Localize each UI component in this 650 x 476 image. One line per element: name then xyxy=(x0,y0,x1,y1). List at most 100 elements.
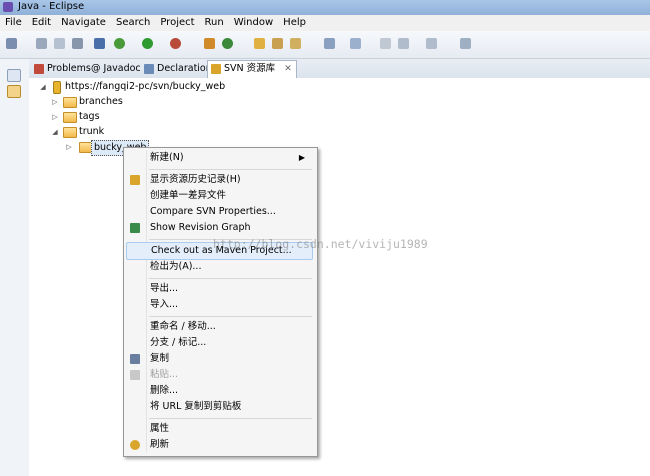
close-icon[interactable]: ✕ xyxy=(284,64,292,74)
perspective-icon[interactable] xyxy=(460,38,471,49)
menu-item-label: 粘贴... xyxy=(150,369,179,380)
menu-item-label: 重命名 / 移动... xyxy=(150,321,216,332)
menu-item-export[interactable]: 导出... xyxy=(126,281,313,297)
tab-declaration-label: Declaration xyxy=(157,63,212,74)
prev-annotation-icon[interactable] xyxy=(350,38,361,49)
view-tab-strip: Problems @ Javadoc Declaration SVN 资源库 ✕ xyxy=(29,59,650,79)
debug-icon[interactable] xyxy=(114,38,125,49)
svn-repository-icon xyxy=(53,81,61,94)
menu-item-copy[interactable]: 复制 xyxy=(126,351,313,367)
menu-item-branch-tag[interactable]: 分支 / 标记... xyxy=(126,335,313,351)
revision-graph-icon xyxy=(130,223,140,233)
package-explorer-icon[interactable] xyxy=(7,85,21,98)
menu-item-label: 导出... xyxy=(150,283,179,294)
menu-separator xyxy=(149,169,312,170)
next-annotation-icon[interactable] xyxy=(324,38,335,49)
collapsed-triangle-icon[interactable]: ▷ xyxy=(51,110,59,124)
last-edit-icon[interactable] xyxy=(380,38,391,49)
tree-label-tags: tags xyxy=(79,111,100,122)
menu-item-checkout-as[interactable]: 检出为(A)... xyxy=(126,259,313,275)
skip-breakpoints-icon[interactable] xyxy=(94,38,105,49)
search-icon[interactable] xyxy=(290,38,301,49)
menu-item-label: 属性 xyxy=(150,423,170,434)
new-class-icon[interactable] xyxy=(222,38,233,49)
tab-javadoc-label: @ Javadoc xyxy=(91,63,141,74)
window-titlebar: Java - Eclipse xyxy=(0,0,650,16)
menu-item-new[interactable]: 新建(N) ▶ xyxy=(126,150,313,166)
history-icon xyxy=(130,175,140,185)
main-toolbar xyxy=(0,31,650,59)
menu-item-paste: 粘贴... xyxy=(126,367,313,383)
menu-item-compare-svn-properties[interactable]: Compare SVN Properties... xyxy=(126,204,313,220)
back-icon[interactable] xyxy=(398,38,409,49)
external-tools-icon[interactable] xyxy=(170,38,181,49)
eclipse-app-icon xyxy=(3,2,13,12)
forward-icon[interactable] xyxy=(426,38,437,49)
open-type-icon[interactable] xyxy=(254,38,265,49)
menu-item-delete[interactable]: 删除... xyxy=(126,383,313,399)
menu-item-refresh[interactable]: 刷新 xyxy=(126,437,313,453)
menu-edit[interactable]: Edit xyxy=(27,15,56,31)
print-icon[interactable] xyxy=(72,38,83,49)
watermark-text: http://blog.csdn.net/viviju1989 xyxy=(213,237,428,251)
declaration-icon xyxy=(144,64,154,74)
menu-file[interactable]: File xyxy=(0,15,27,31)
collapsed-triangle-icon[interactable]: ▷ xyxy=(51,95,59,109)
menu-item-import[interactable]: 导入... xyxy=(126,297,313,313)
menu-separator xyxy=(149,418,312,419)
tab-javadoc[interactable]: @ Javadoc xyxy=(89,61,145,77)
menu-separator xyxy=(149,316,312,317)
tree-label-branches: branches xyxy=(79,96,123,107)
menu-navigate[interactable]: Navigate xyxy=(56,15,111,31)
menu-item-label: 新建(N) xyxy=(150,152,184,163)
collapsed-triangle-icon[interactable]: ▷ xyxy=(65,140,73,154)
menu-item-label: 将 URL 复制到剪贴板 xyxy=(150,401,242,412)
problems-icon xyxy=(34,64,44,74)
menu-search[interactable]: Search xyxy=(111,15,155,31)
restore-icon[interactable] xyxy=(7,69,21,82)
submenu-arrow-icon: ▶ xyxy=(298,153,305,162)
menu-item-label: 复制 xyxy=(150,353,170,364)
expanded-triangle-icon[interactable]: ◢ xyxy=(39,80,47,94)
tab-declaration[interactable]: Declaration xyxy=(141,61,216,77)
menu-item-label: 检出为(A)... xyxy=(150,261,202,272)
menu-item-show-history[interactable]: 显示资源历史记录(H) xyxy=(126,172,313,188)
folder-icon xyxy=(63,127,77,138)
menu-item-label: 显示资源历史记录(H) xyxy=(150,174,241,185)
folder-icon xyxy=(63,97,77,108)
menu-item-show-revision-graph[interactable]: Show Revision Graph xyxy=(126,220,313,236)
menu-help[interactable]: Help xyxy=(278,15,311,31)
menu-item-copy-url[interactable]: 将 URL 复制到剪贴板 xyxy=(126,399,313,415)
menu-item-rename-move[interactable]: 重命名 / 移动... xyxy=(126,319,313,335)
menu-item-label: 创建单一差异文件 xyxy=(150,190,227,201)
menu-window[interactable]: Window xyxy=(229,15,278,31)
svn-repo-icon xyxy=(211,64,221,74)
left-trim-bar xyxy=(0,59,30,476)
expanded-triangle-icon[interactable]: ◢ xyxy=(51,125,59,139)
save-all-icon[interactable] xyxy=(54,38,65,49)
menu-project[interactable]: Project xyxy=(155,15,199,31)
open-task-icon[interactable] xyxy=(272,38,283,49)
menu-run[interactable]: Run xyxy=(200,15,229,31)
new-icon[interactable] xyxy=(6,38,17,49)
menu-item-label: 刷新 xyxy=(150,439,170,450)
menu-item-label: 删除... xyxy=(150,385,179,396)
menu-separator xyxy=(149,278,312,279)
menubar: File Edit Navigate Search Project Run Wi… xyxy=(0,15,650,31)
tab-svn-repositories[interactable]: SVN 资源库 ✕ xyxy=(207,60,297,79)
menu-item-properties[interactable]: 属性 xyxy=(126,421,313,437)
menu-item-create-patch[interactable]: 创建单一差异文件 xyxy=(126,188,313,204)
context-menu: 新建(N) ▶ 显示资源历史记录(H) 创建单一差异文件 Compare SVN… xyxy=(123,147,318,457)
menu-item-label: 分支 / 标记... xyxy=(150,337,207,348)
menu-item-label: Compare SVN Properties... xyxy=(150,206,276,217)
save-icon[interactable] xyxy=(36,38,47,49)
copy-icon xyxy=(130,354,140,364)
menu-item-label: 导入... xyxy=(150,299,179,310)
menu-item-label: Show Revision Graph xyxy=(150,222,251,233)
tree-label-trunk: trunk xyxy=(79,126,105,137)
run-icon[interactable] xyxy=(142,38,153,49)
tab-problems-label: Problems xyxy=(47,63,91,74)
new-package-icon[interactable] xyxy=(204,38,215,49)
paste-icon xyxy=(130,370,140,380)
tab-problems[interactable]: Problems xyxy=(31,61,95,77)
